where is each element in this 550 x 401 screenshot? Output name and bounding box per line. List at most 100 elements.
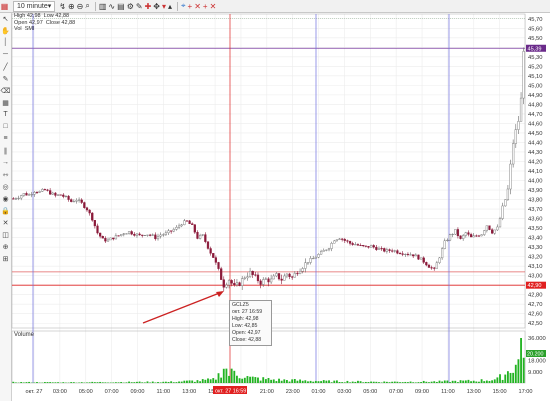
cross-icon-2[interactable]: ✕: [210, 1, 217, 11]
candle-body: [217, 262, 220, 269]
cursor-icon[interactable]: ↖: [0, 13, 11, 24]
price-tick-label: 44,70: [528, 112, 543, 118]
crosshair-icon[interactable]: ✚: [145, 1, 152, 11]
volume-bar: [267, 377, 270, 383]
candle-body: [506, 188, 510, 200]
candle-body: [314, 257, 317, 259]
candle-body: [62, 194, 65, 197]
volume-bar: [325, 380, 328, 383]
volume-bar: [191, 380, 194, 383]
cross-icon[interactable]: ✕: [194, 1, 201, 11]
candle-body: [35, 192, 39, 194]
interval-select[interactable]: 10 minute ▾: [13, 0, 56, 12]
candle-body: [22, 193, 25, 196]
volume-bar: [330, 382, 333, 383]
volume-bar: [201, 379, 204, 383]
volume-bar: [233, 370, 236, 383]
candle-body: [488, 225, 491, 230]
fib-icon[interactable]: ≡: [0, 133, 11, 144]
pointer-icon[interactable]: ⌖: [181, 1, 186, 11]
candle-body: [438, 257, 441, 263]
zoom-in-icon[interactable]: ⊕: [68, 1, 75, 11]
volume-bar: [262, 377, 265, 383]
pencil-icon[interactable]: ✎: [0, 73, 11, 84]
calendar-icon[interactable]: ▦: [0, 97, 11, 108]
volume-bar: [422, 380, 425, 383]
grid-icon[interactable]: ⊞: [0, 253, 11, 264]
candle-body: [191, 223, 194, 225]
add-icon[interactable]: +: [188, 1, 193, 11]
add-icon-2[interactable]: +: [203, 1, 208, 11]
settings-icon[interactable]: ⚙: [127, 1, 134, 11]
move-icon[interactable]: ✥: [153, 1, 160, 11]
candle-body: [333, 240, 336, 244]
template-icon[interactable]: ▤: [117, 1, 125, 11]
price-chart[interactable]: 45,70 45,60 45,50 45,40 45,30 45,20 45,10 45,00…: [0, 0, 550, 401]
arrow-up-icon[interactable]: ▴: [168, 1, 172, 11]
arrow-icon[interactable]: →: [0, 157, 11, 168]
candle-body: [241, 278, 244, 286]
lock-icon[interactable]: 🔒: [0, 205, 11, 216]
layers-icon[interactable]: ◫: [0, 229, 11, 240]
trash-icon[interactable]: ✕: [0, 217, 11, 228]
channel-icon[interactable]: ∥: [0, 145, 11, 156]
pan-icon[interactable]: ✋: [0, 25, 11, 36]
volume-bar: [117, 382, 120, 383]
candle-body: [251, 270, 254, 275]
candle-body: [288, 273, 291, 277]
hline-icon[interactable]: ─: [0, 49, 11, 60]
eraser-icon[interactable]: ⌫: [0, 85, 11, 96]
shape-icon[interactable]: □: [0, 121, 11, 132]
trend-icon[interactable]: ╱: [0, 61, 11, 72]
chart-icon[interactable]: ▦: [0, 1, 9, 11]
volume-bar: [157, 382, 159, 383]
candle-body: [30, 194, 33, 196]
price-tick-label: 43,40: [528, 236, 543, 242]
volume-bar: [246, 376, 249, 383]
time-tick-label: 21:00: [260, 389, 274, 395]
volume-bar: [238, 378, 241, 383]
chart-type-icon[interactable]: ▥: [99, 1, 107, 11]
candle-body: [275, 273, 278, 277]
volume-bar: [164, 381, 167, 383]
legend-open-label: Open: [14, 19, 28, 26]
candle-body: [338, 238, 341, 240]
candle-body: [412, 254, 415, 257]
text-icon[interactable]: T: [0, 109, 11, 120]
magnet-icon[interactable]: ◎: [0, 181, 11, 192]
zoom-out-icon[interactable]: ⊖: [77, 1, 84, 11]
volume-bar: [409, 381, 412, 383]
volume-bar: [72, 382, 75, 383]
time-tick-label: 05:00: [79, 389, 93, 395]
candle-body: [430, 267, 433, 269]
volume-bar: [270, 379, 273, 383]
indicator-icon[interactable]: ∿: [108, 1, 115, 11]
price-tick-label: 45,00: [528, 83, 543, 89]
candle-body: [162, 234, 165, 236]
search-icon[interactable]: ⌕: [85, 1, 89, 11]
volume-bar: [183, 380, 186, 383]
volume-bar: [43, 382, 46, 383]
price-tick-label: 43,50: [528, 226, 543, 232]
draw-icon[interactable]: ✎: [136, 1, 143, 11]
candle-body: [243, 277, 246, 279]
candle-body: [43, 189, 47, 191]
zoom-icon[interactable]: ⊕: [0, 241, 11, 252]
measure-icon[interactable]: ⇿: [0, 169, 11, 180]
price-level-lines: [12, 18, 525, 286]
line-tool-icon[interactable]: ↯: [59, 1, 66, 11]
candle-body: [188, 220, 191, 224]
eye-icon[interactable]: ◉: [0, 193, 11, 204]
candle-body: [193, 224, 196, 233]
time-tick-label: 07:00: [389, 389, 403, 395]
line-icon[interactable]: │: [0, 37, 11, 48]
bar-tooltip: GCLZ5 окт. 27 16:59 High: 42,98 Low: 42,…: [229, 300, 272, 346]
candle-body: [49, 190, 52, 195]
price-tick-label: 44,40: [528, 140, 543, 146]
arrow-down-icon[interactable]: ▾: [162, 1, 166, 11]
candle-body: [109, 237, 112, 241]
volume-bar: [88, 382, 91, 383]
volume-bar: [204, 379, 207, 383]
volume-bar: [251, 376, 254, 383]
candle-body: [293, 273, 296, 278]
